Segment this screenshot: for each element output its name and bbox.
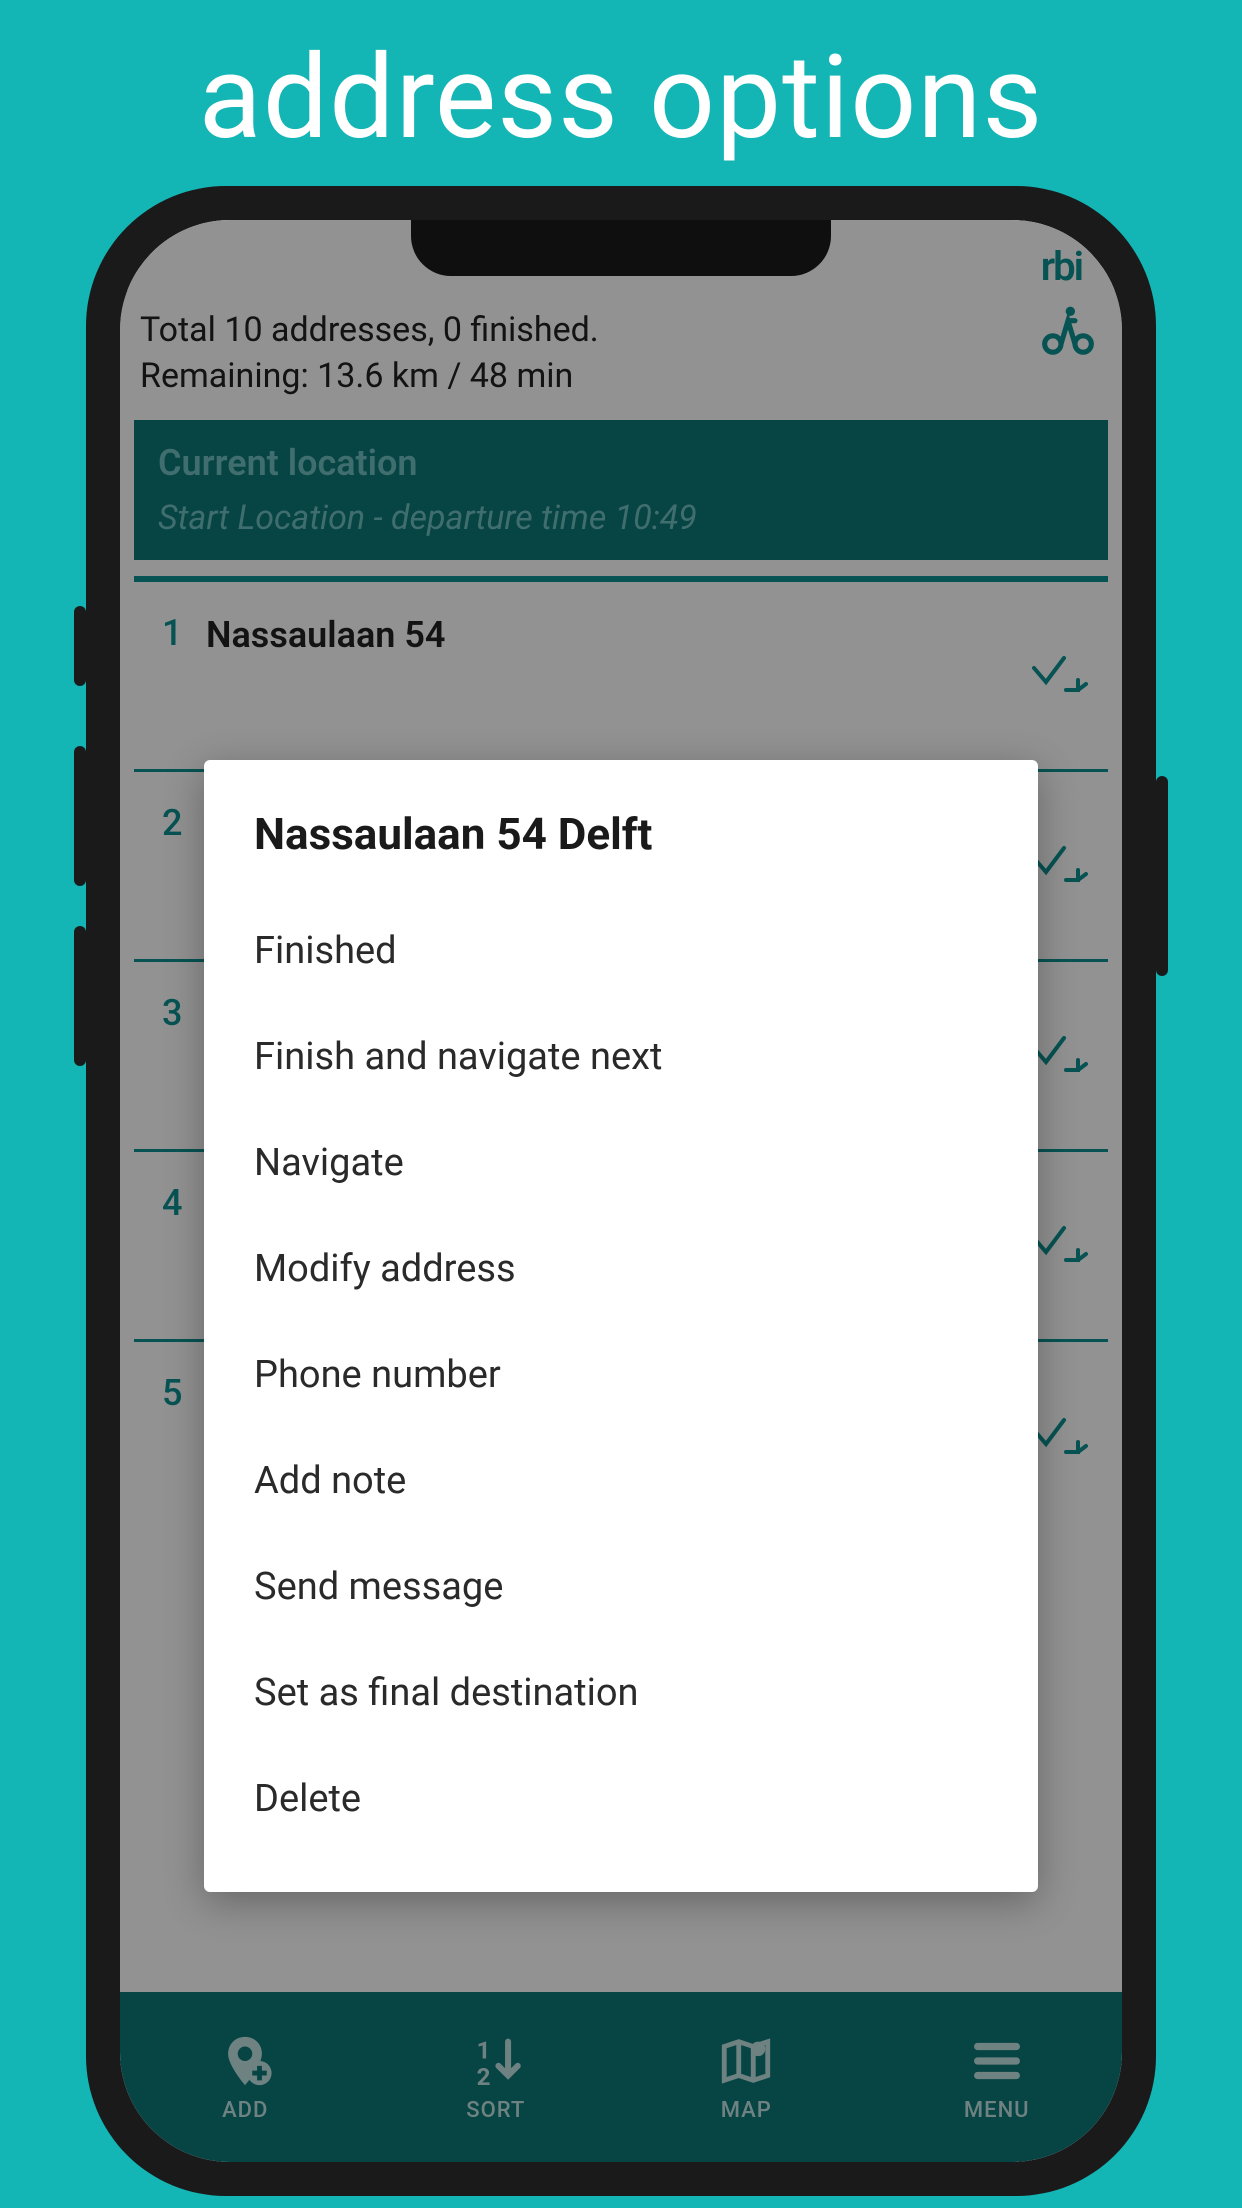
- promo-title: address options: [0, 0, 1242, 186]
- modal-item-navigate[interactable]: Navigate: [254, 1110, 988, 1216]
- modal-item-delete[interactable]: Delete: [254, 1746, 988, 1852]
- phone-volume-down: [74, 926, 86, 1066]
- modal-title: Nassaulaan 54 Delft: [254, 808, 988, 860]
- phone-frame: rbi Total 10 addresses, 0 finished. Rema…: [86, 186, 1156, 2196]
- modal-item-send-message[interactable]: Send message: [254, 1534, 988, 1640]
- modal-item-phone-number[interactable]: Phone number: [254, 1322, 988, 1428]
- modal-item-final-destination[interactable]: Set as final destination: [254, 1640, 988, 1746]
- phone-volume-up: [74, 746, 86, 886]
- modal-item-finish-navigate[interactable]: Finish and navigate next: [254, 1004, 988, 1110]
- modal-item-finished[interactable]: Finished: [254, 898, 988, 1004]
- app-screen: rbi Total 10 addresses, 0 finished. Rema…: [120, 220, 1122, 2162]
- phone-power-button: [1156, 776, 1168, 976]
- phone-side-button: [74, 606, 86, 686]
- address-options-modal: Nassaulaan 54 Delft Finished Finish and …: [204, 760, 1038, 1892]
- modal-item-modify-address[interactable]: Modify address: [254, 1216, 988, 1322]
- modal-item-add-note[interactable]: Add note: [254, 1428, 988, 1534]
